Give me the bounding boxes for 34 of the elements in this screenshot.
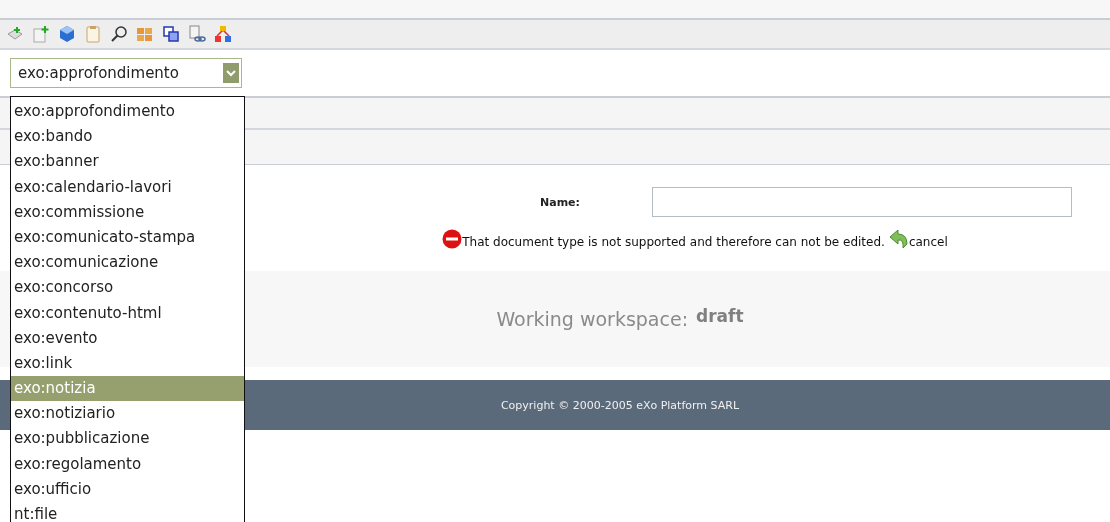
copyright-text: Copyright © 2000-2005 eXo Platform SARL xyxy=(500,398,740,412)
workspace-value: draft xyxy=(696,306,744,326)
workspace-label: Working workspace: xyxy=(496,308,689,330)
clipboard-icon[interactable] xyxy=(84,25,102,43)
dropdown-option[interactable]: exo:evento xyxy=(11,325,244,351)
error-icon xyxy=(442,229,463,249)
name-label: Name: xyxy=(540,195,581,209)
boxes-icon[interactable] xyxy=(136,25,154,43)
dropdown-option[interactable]: exo:link xyxy=(11,350,244,377)
hierarchy-icon[interactable] xyxy=(214,25,232,43)
dropdown-option[interactable]: exo:contenuto-html xyxy=(11,300,244,326)
dropdown-option[interactable]: exo:pubblicazione xyxy=(11,426,244,452)
dropdown-option[interactable]: exo:banner xyxy=(11,149,244,175)
dropdown-option[interactable]: exo:ufficio xyxy=(11,476,244,502)
dropdown-option[interactable]: nt:file xyxy=(11,502,244,522)
name-field[interactable] xyxy=(652,187,1072,217)
dropdown-option[interactable]: exo:notiziario xyxy=(11,401,244,427)
dropdown-option[interactable]: exo:concorso xyxy=(11,275,244,301)
cancel-link[interactable]: cancel xyxy=(908,235,948,249)
new-document-icon[interactable] xyxy=(32,25,50,43)
dropdown-option[interactable]: exo:commissione xyxy=(11,199,244,225)
dropdown-option[interactable]: exo:bando xyxy=(11,124,244,150)
type-select[interactable]: exo:approfondimento xyxy=(10,58,242,88)
dropdown-option[interactable]: exo:comunicazione xyxy=(11,250,244,276)
overlapping-squares-icon[interactable] xyxy=(162,25,180,43)
back-arrow-icon xyxy=(888,229,909,249)
cube-icon[interactable] xyxy=(58,25,76,43)
dropdown-option[interactable]: exo:approfondimento xyxy=(11,99,244,125)
error-message: That document type is not supported and therefore can not be edited. xyxy=(462,235,885,249)
dropdown-option[interactable]: exo:comunicato-stampa xyxy=(11,224,244,251)
dropdown-option[interactable]: exo:regolamento xyxy=(11,451,244,477)
dropdown-option[interactable]: exo:calendario-lavori xyxy=(11,174,244,200)
linked-document-icon[interactable] xyxy=(188,25,206,43)
search-icon[interactable] xyxy=(110,25,128,43)
